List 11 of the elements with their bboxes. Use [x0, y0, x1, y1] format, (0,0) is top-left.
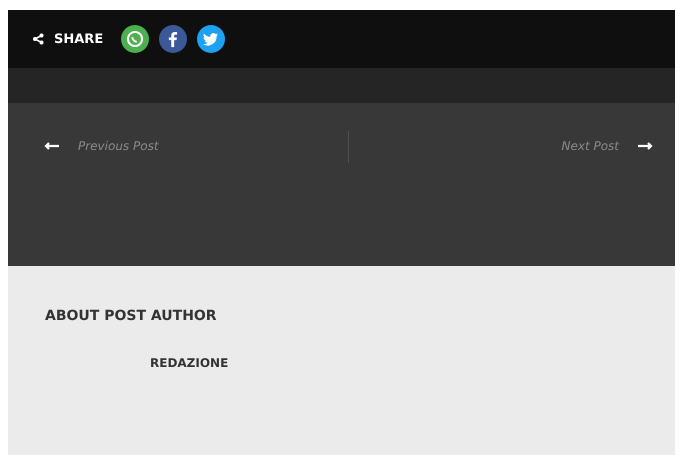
right-arrow-icon: [637, 141, 653, 151]
author-heading: ABOUT POST AUTHOR: [45, 308, 218, 324]
share-label: SHARE: [54, 32, 104, 46]
author-name: REDAZIONE: [150, 356, 230, 370]
left-arrow-icon: [44, 141, 60, 151]
share-icon: [32, 33, 44, 45]
whatsapp-share-icon[interactable]: [121, 25, 150, 53]
facebook-share-icon[interactable]: [159, 25, 188, 53]
twitter-share-icon[interactable]: [197, 25, 226, 53]
previous-post-link[interactable]: Previous Post: [44, 131, 348, 161]
next-post-link[interactable]: Next Post: [349, 131, 653, 161]
